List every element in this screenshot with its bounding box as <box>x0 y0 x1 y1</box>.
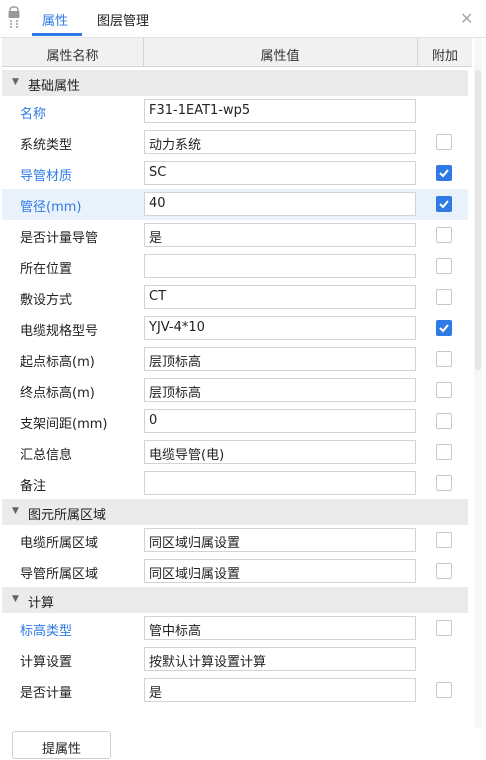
active-tab-indicator <box>32 33 82 36</box>
group-label: 图元所属区域 <box>28 508 107 523</box>
column-header-value: 属性值 <box>260 49 300 64</box>
property-name: 管径(mm) <box>20 200 82 215</box>
checkmark-icon <box>439 324 449 333</box>
column-header-name: 属性名称 <box>46 49 99 64</box>
extra-checkbox[interactable] <box>436 227 452 243</box>
extra-checkbox[interactable] <box>436 351 452 367</box>
panel-tab-bar: 属性 图层管理 ✕ <box>0 0 486 38</box>
property-name: 是否计量导管 <box>20 231 99 246</box>
property-value-field[interactable]: 层顶标高 <box>144 378 416 402</box>
property-row[interactable]: 终点标高(m) 层顶标高 <box>2 375 468 406</box>
property-name: 备注 <box>20 479 47 494</box>
tab-layer-management[interactable]: 图层管理 <box>97 10 149 29</box>
property-value-field[interactable]: SC <box>144 161 416 185</box>
column-header-extra: 附加 <box>431 49 458 64</box>
extra-checkbox[interactable] <box>436 620 452 636</box>
checkmark-icon <box>439 200 449 209</box>
property-name: 名称 <box>20 107 47 122</box>
group-label: 基础属性 <box>28 79 81 94</box>
property-row[interactable]: 起点标高(m) 层顶标高 <box>2 344 468 375</box>
property-name: 标高类型 <box>20 624 73 639</box>
extra-checkbox-checked[interactable] <box>436 320 452 336</box>
property-row[interactable]: 计算设置 按默认计算设置计算 <box>2 644 468 675</box>
property-row[interactable]: 汇总信息 电缆导管(电) <box>2 437 468 468</box>
extra-checkbox-checked[interactable] <box>436 165 452 181</box>
property-value-field[interactable]: 是 <box>144 223 416 247</box>
collapse-arrow-icon[interactable]: ▼ <box>12 594 19 604</box>
property-value-field[interactable]: 0 <box>144 409 416 433</box>
property-value-field[interactable]: 管中标高 <box>144 616 416 640</box>
property-row[interactable]: 支架间距(mm) 0 <box>2 406 468 437</box>
drag-handle-icon[interactable] <box>8 6 20 28</box>
extra-checkbox[interactable] <box>436 134 452 150</box>
extra-checkbox[interactable] <box>436 258 452 274</box>
property-name: 敷设方式 <box>20 293 73 308</box>
property-row[interactable]: 电缆规格型号 YJV-4*10 <box>2 313 468 344</box>
property-name: 所在位置 <box>20 262 73 277</box>
extra-checkbox[interactable] <box>436 682 452 698</box>
property-name: 导管材质 <box>20 169 73 184</box>
extra-checkbox[interactable] <box>436 532 452 548</box>
property-value-field[interactable]: 电缆导管(电) <box>144 440 416 464</box>
tab-properties[interactable]: 属性 <box>42 10 68 29</box>
property-row[interactable]: 标高类型 管中标高 <box>2 613 468 644</box>
property-name: 导管所属区域 <box>20 567 99 582</box>
column-divider[interactable] <box>143 38 144 67</box>
group-label: 计算 <box>28 596 55 611</box>
extra-checkbox-checked[interactable] <box>436 196 452 212</box>
close-icon[interactable]: ✕ <box>460 9 473 28</box>
property-value-field[interactable]: 同区域归属设置 <box>144 528 416 552</box>
collapse-arrow-icon[interactable]: ▼ <box>12 506 19 516</box>
property-name: 电缆规格型号 <box>20 324 99 339</box>
extra-checkbox[interactable] <box>436 382 452 398</box>
extra-checkbox[interactable] <box>436 444 452 460</box>
property-row[interactable]: 导管材质 SC <box>2 158 468 189</box>
property-value-field[interactable]: F31-1EAT1-wp5 <box>144 99 416 123</box>
checkmark-icon <box>439 169 449 178</box>
property-row[interactable]: 敷设方式 CT <box>2 282 468 313</box>
property-row[interactable]: 电缆所属区域 同区域归属设置 <box>2 525 468 556</box>
property-row[interactable]: 备注 <box>2 468 468 499</box>
property-row[interactable]: 管径(mm) 40 <box>2 189 468 220</box>
property-name: 电缆所属区域 <box>20 536 99 551</box>
property-value-field[interactable]: 层顶标高 <box>144 347 416 371</box>
column-divider[interactable] <box>417 38 418 67</box>
column-header-row: 属性名称 属性值 附加 <box>2 38 472 67</box>
extra-checkbox[interactable] <box>436 289 452 305</box>
property-value-field[interactable]: 同区域归属设置 <box>144 559 416 583</box>
property-value-field[interactable]: 动力系统 <box>144 130 416 154</box>
property-row[interactable]: 名称 F31-1EAT1-wp5 <box>2 96 468 127</box>
property-name: 汇总信息 <box>20 448 73 463</box>
property-name: 起点标高(m) <box>20 355 95 370</box>
group-header[interactable]: ▼ 图元所属区域 <box>2 499 468 525</box>
property-name: 支架间距(mm) <box>20 417 108 432</box>
group-header[interactable]: ▼ 基础属性 <box>2 70 468 96</box>
property-value-field[interactable]: 是 <box>144 678 416 702</box>
property-row[interactable]: 导管所属区域 同区域归属设置 <box>2 556 468 587</box>
property-value-field[interactable] <box>144 254 416 278</box>
extract-properties-button[interactable]: 提属性 <box>12 731 111 759</box>
property-name: 终点标高(m) <box>20 386 95 401</box>
scrollbar-thumb[interactable] <box>475 70 481 370</box>
property-row[interactable]: 系统类型 动力系统 <box>2 127 468 158</box>
extra-checkbox[interactable] <box>436 413 452 429</box>
extra-checkbox[interactable] <box>436 475 452 491</box>
property-value-field[interactable]: 按默认计算设置计算 <box>144 647 416 671</box>
property-value-field[interactable]: YJV-4*10 <box>144 316 416 340</box>
extra-checkbox[interactable] <box>436 563 452 579</box>
property-name: 是否计量 <box>20 686 73 701</box>
property-value-field[interactable]: CT <box>144 285 416 309</box>
property-value-field[interactable] <box>144 471 416 495</box>
property-value-field[interactable]: 40 <box>144 192 416 216</box>
property-row[interactable]: 是否计量导管 是 <box>2 220 468 251</box>
property-row[interactable]: 是否计量 是 <box>2 675 468 706</box>
property-name: 系统类型 <box>20 138 73 153</box>
collapse-arrow-icon[interactable]: ▼ <box>12 77 19 87</box>
property-row[interactable]: 所在位置 <box>2 251 468 282</box>
group-header[interactable]: ▼ 计算 <box>2 587 468 613</box>
property-name: 计算设置 <box>20 655 73 670</box>
